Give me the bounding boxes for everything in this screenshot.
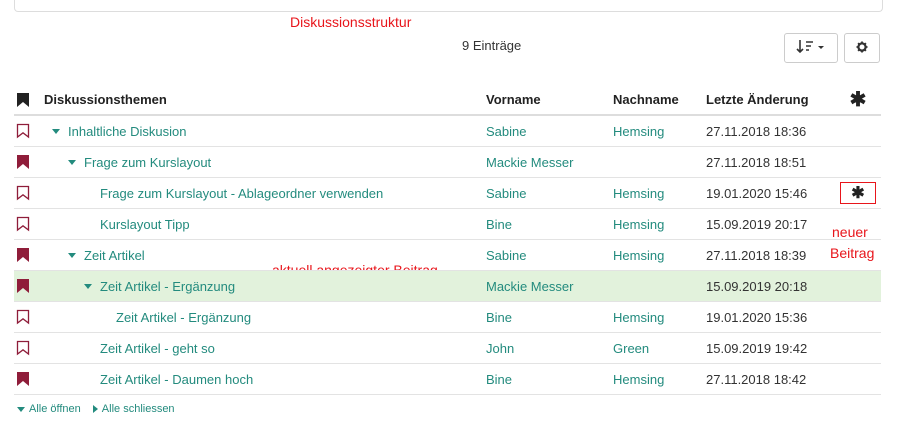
bookmark-filled-icon[interactable] [14,271,34,301]
last-change-cell: 15.09.2019 20:17 [706,216,808,232]
lastname-cell[interactable]: Hemsing [613,178,664,208]
new-post-cell [840,209,876,239]
topic-cell[interactable]: Inhaltliche Diskusion [52,116,187,146]
topic-cell[interactable]: Frage zum Kurslayout - Ablageordner verw… [100,178,383,208]
topic-link[interactable]: Kurslayout Tipp [100,217,190,232]
firstname-cell[interactable]: Bine [486,302,512,332]
sort-icon [796,39,826,58]
table-row[interactable]: Frage zum Kurslayout Mackie Messer 27.11.2… [14,147,881,178]
expand-caret-icon[interactable] [52,128,60,134]
expand-caret-icon[interactable] [68,252,76,258]
new-post-cell [840,364,876,394]
new-post-cell [840,271,876,301]
lastname-cell[interactable]: Hemsing [613,302,664,332]
discussion-table: Diskussionsthemen Vorname Nachname Letzt… [14,85,881,395]
topic-link[interactable]: Frage zum Kurslayout [84,155,211,170]
last-change-cell: 27.11.2018 18:51 [706,154,807,170]
topic-cell[interactable]: Zeit Artikel - geht so [100,333,215,363]
table-row[interactable]: Zeit Artikel - geht so John Green 15.09.201… [14,333,881,364]
settings-button[interactable] [844,33,880,63]
table-header: Diskussionsthemen Vorname Nachname Letzt… [14,85,881,116]
new-post-cell: ✱ [840,178,876,208]
last-change-cell: 27.11.2018 18:42 [706,371,807,387]
bookmark-outline-icon[interactable] [14,302,34,332]
header-last-change[interactable]: Letzte Änderung [706,85,809,114]
annotation-discussion-structure: Diskussionsstruktur [290,14,412,30]
firstname-cell[interactable]: Sabine [486,178,526,208]
firstname-cell[interactable]: John [486,333,514,363]
table-row[interactable]: Frage zum Kurslayout - Ablageordner verw… [14,178,881,209]
bookmark-outline-icon[interactable] [14,178,34,208]
new-post-cell [840,302,876,332]
sort-button[interactable] [784,33,838,63]
open-all-link[interactable]: Alle öffnen [29,403,81,415]
last-change-cell: 19.01.2020 15:46 [706,185,808,201]
header-new-icon[interactable]: ✱ [840,85,876,114]
header-lastname[interactable]: Nachname [613,85,679,114]
firstname-cell[interactable]: Bine [486,364,512,394]
topic-link[interactable]: Zeit Artikel - Ergänzung [100,279,235,294]
topic-cell[interactable]: Zeit Artikel [68,240,145,270]
topic-cell[interactable]: Frage zum Kurslayout [68,147,211,177]
expand-caret-icon[interactable] [68,159,76,165]
last-change-cell: 19.01.2020 15:36 [706,309,808,325]
firstname-cell[interactable]: Mackie Messer [486,271,573,301]
gear-icon [856,41,868,56]
bookmark-outline-icon[interactable] [14,333,34,363]
table-row[interactable]: Zeit Artikel - Ergänzung Bine Hemsing 19.01… [14,302,881,333]
topic-cell[interactable]: Zeit Artikel - Daumen hoch [100,364,253,394]
new-post-cell [840,116,876,146]
table-row[interactable]: Kurslayout Tipp Bine Hemsing 15.09.2019 20:… [14,209,881,240]
last-change-cell: 15.09.2019 19:42 [706,340,808,356]
table-row[interactable]: Zeit Artikel Sabine Hemsing 27.11.2018 18:3… [14,240,881,271]
bookmark-filled-icon[interactable] [14,364,34,394]
table-row[interactable]: Zeit Artikel - Daumen hoch Bine Hemsing 27.… [14,364,881,395]
bookmark-outline-icon[interactable] [14,209,34,239]
header-firstname[interactable]: Vorname [486,85,541,114]
close-all-link[interactable]: Alle schliessen [102,403,175,415]
topic-cell[interactable]: Zeit Artikel - Ergänzung [116,302,251,332]
table-row[interactable]: Zeit Artikel - Ergänzung Mackie Messer 15.… [14,271,881,302]
table-row[interactable]: Inhaltliche Diskusion Sabine Hemsing 27.11.… [14,116,881,147]
previous-panel-edge [14,0,883,12]
footer-links: Alle öffnen Alle schliessen [17,403,175,415]
topic-link[interactable]: Zeit Artikel - Ergänzung [116,310,251,325]
collapse-all-icon [92,405,98,413]
lastname-cell[interactable]: Hemsing [613,209,664,239]
last-change-cell: 27.11.2018 18:36 [706,123,807,139]
firstname-cell[interactable]: Sabine [486,116,526,146]
topic-link[interactable]: Inhaltliche Diskusion [68,124,187,139]
last-change-cell: 15.09.2019 20:18 [706,278,808,294]
new-post-cell [840,240,876,270]
new-post-cell [840,333,876,363]
bookmark-outline-icon[interactable] [14,116,34,146]
lastname-cell[interactable]: Hemsing [613,364,664,394]
topic-link[interactable]: Frage zum Kurslayout - Ablageordner verw… [100,186,383,201]
firstname-cell[interactable]: Mackie Messer [486,147,573,177]
lastname-cell[interactable]: Hemsing [613,240,664,270]
lastname-cell[interactable]: Hemsing [613,116,664,146]
topic-cell[interactable]: Kurslayout Tipp [100,209,190,239]
topic-link[interactable]: Zeit Artikel [84,248,145,263]
bookmark-header-icon[interactable] [14,85,34,114]
expand-all-icon [17,406,25,412]
entries-count: 9 Einträge [462,38,522,53]
header-topic[interactable]: Diskussionsthemen [44,85,167,114]
last-change-cell: 27.11.2018 18:39 [706,247,807,263]
new-post-icon: ✱ [840,182,876,204]
topic-cell[interactable]: Zeit Artikel - Ergänzung [84,271,235,301]
topic-link[interactable]: Zeit Artikel - geht so [100,341,215,356]
firstname-cell[interactable]: Sabine [486,240,526,270]
new-post-cell [840,147,876,177]
lastname-cell[interactable]: Green [613,333,649,363]
topic-link[interactable]: Zeit Artikel - Daumen hoch [100,372,253,387]
expand-caret-icon[interactable] [84,283,92,289]
bookmark-filled-icon[interactable] [14,147,34,177]
bookmark-filled-icon[interactable] [14,240,34,270]
firstname-cell[interactable]: Bine [486,209,512,239]
